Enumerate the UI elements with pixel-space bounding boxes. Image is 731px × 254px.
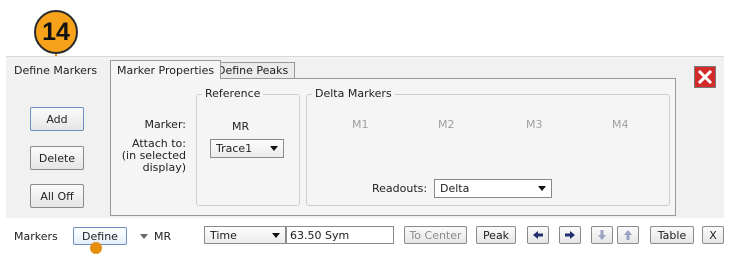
readouts-select[interactable]: Delta — [434, 179, 552, 198]
source-select-value: Time — [210, 228, 237, 242]
readouts-label: Readouts: — [372, 182, 428, 195]
arrow-up-icon — [624, 230, 632, 240]
peak-down-button[interactable] — [591, 226, 613, 244]
attach-to-select[interactable]: Trace1 — [210, 139, 284, 158]
peak-button[interactable]: Peak — [476, 226, 516, 244]
arrow-down-icon — [598, 230, 606, 240]
readouts-value: Delta — [440, 182, 470, 195]
chevron-down-icon — [538, 186, 546, 191]
chevron-down-icon — [272, 232, 280, 238]
marker-select-value: MR — [154, 230, 172, 243]
x-button[interactable]: X — [702, 226, 724, 244]
prev-peak-button[interactable] — [527, 226, 549, 244]
delta-markers-group-label: Delta Markers — [312, 87, 395, 100]
marker-label: Marker: — [144, 118, 186, 131]
markers-label: Markers — [14, 230, 58, 243]
delta-marker-m1[interactable]: M1 — [352, 118, 369, 131]
attach-to-label: Attach to: (in selected display) — [116, 138, 186, 174]
arrow-left-icon — [533, 231, 543, 239]
attach-label-line3: display) — [142, 161, 186, 174]
next-peak-button[interactable] — [559, 226, 581, 244]
callout-dot — [90, 242, 102, 254]
close-button[interactable] — [694, 66, 716, 88]
delete-button[interactable]: Delete — [30, 146, 84, 170]
chevron-down-icon — [140, 234, 148, 239]
attach-to-value: Trace1 — [216, 142, 253, 155]
tab-marker-properties[interactable]: Marker Properties — [110, 60, 222, 79]
marker-position-input[interactable]: 63.50 Sym — [286, 226, 394, 244]
callout-badge: 14 — [34, 10, 78, 54]
delta-marker-m2[interactable]: M2 — [438, 118, 455, 131]
delta-marker-m3[interactable]: M3 — [526, 118, 543, 131]
reference-group-label: Reference — [202, 87, 264, 100]
reference-marker-value: MR — [232, 120, 250, 133]
tab-define-peaks[interactable]: Define Peaks — [210, 62, 296, 78]
panel-title: Define Markers — [14, 64, 98, 77]
close-icon — [698, 70, 712, 84]
to-center-button[interactable]: To Center — [404, 226, 467, 244]
marker-select[interactable]: MR — [140, 230, 171, 243]
define-button[interactable]: Define — [73, 227, 127, 245]
delta-marker-m4[interactable]: M4 — [612, 118, 629, 131]
all-off-button[interactable]: All Off — [30, 184, 84, 208]
arrow-right-icon — [565, 231, 575, 239]
add-button[interactable]: Add — [30, 107, 84, 131]
chevron-down-icon — [270, 146, 278, 151]
table-button[interactable]: Table — [650, 226, 694, 244]
source-select[interactable]: Time — [204, 226, 286, 244]
peak-up-button[interactable] — [617, 226, 639, 244]
